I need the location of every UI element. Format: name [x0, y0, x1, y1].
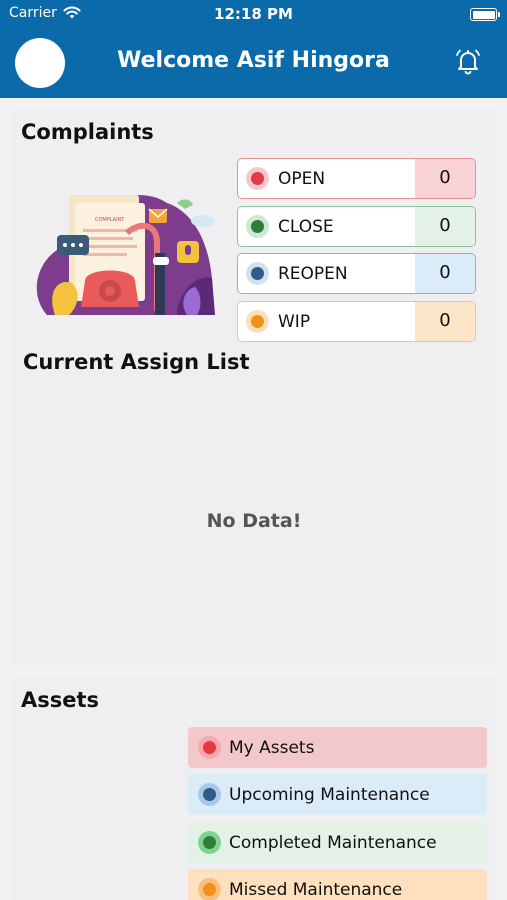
status-reopen-indicator [246, 262, 269, 285]
status-wip-label: WIP [278, 312, 311, 332]
status-open-indicator [246, 167, 269, 190]
assets-title: Assets [21, 688, 100, 712]
status-wip-indicator [246, 310, 269, 333]
asset-item-label: Missed Maintenance [229, 880, 403, 900]
asset-item-upcoming-maintenance[interactable]: Upcoming Maintenance [188, 774, 487, 815]
my-assets-indicator [198, 736, 221, 759]
status-wip-count: 0 [415, 302, 475, 341]
status-bar: Carrier 12:18 PM [0, 5, 507, 25]
completed-indicator [198, 831, 221, 854]
status-wip-row[interactable]: WIP 0 [237, 301, 476, 342]
clock: 12:18 PM [214, 5, 293, 23]
complaints-title: Complaints [21, 120, 154, 144]
status-reopen-row[interactable]: REOPEN 0 [237, 253, 476, 294]
svg-text:COMPLAINT: COMPLAINT [95, 217, 125, 223]
asset-item-label: My Assets [229, 738, 315, 758]
app-header: Carrier 12:18 PM Welcome Asif Hingora [0, 0, 507, 98]
status-close-label: CLOSE [278, 217, 334, 237]
status-close-row[interactable]: CLOSE 0 [237, 206, 476, 247]
empty-state-text: No Data! [206, 510, 302, 532]
status-open-label: OPEN [278, 169, 326, 189]
status-open-row[interactable]: OPEN 0 [237, 158, 476, 199]
upcoming-indicator [198, 783, 221, 806]
asset-item-label: Upcoming Maintenance [229, 785, 430, 805]
asset-item-missed-maintenance[interactable]: Missed Maintenance [188, 869, 487, 900]
battery-icon [470, 8, 500, 21]
status-open-count: 0 [415, 159, 475, 198]
status-close-indicator [246, 215, 269, 238]
page-title: Welcome Asif Hingora [117, 48, 390, 73]
asset-item-my-assets[interactable]: My Assets [188, 727, 487, 768]
complaint-illustration: COMPLAINT [36, 195, 215, 315]
asset-item-label: Completed Maintenance [229, 833, 437, 853]
status-close-count: 0 [415, 207, 475, 246]
missed-indicator [198, 878, 221, 900]
status-reopen-label: REOPEN [278, 264, 348, 284]
asset-item-completed-maintenance[interactable]: Completed Maintenance [188, 822, 487, 863]
assets-card: Assets My Assets Upcoming Maintenance Co… [11, 676, 497, 900]
complaints-card: Complaints COMPLAINT OPEN 0 CLOSE 0 REOP… [11, 108, 497, 664]
status-reopen-count: 0 [415, 254, 475, 293]
bell-icon[interactable] [453, 46, 483, 76]
assign-list-title: Current Assign List [23, 350, 250, 374]
